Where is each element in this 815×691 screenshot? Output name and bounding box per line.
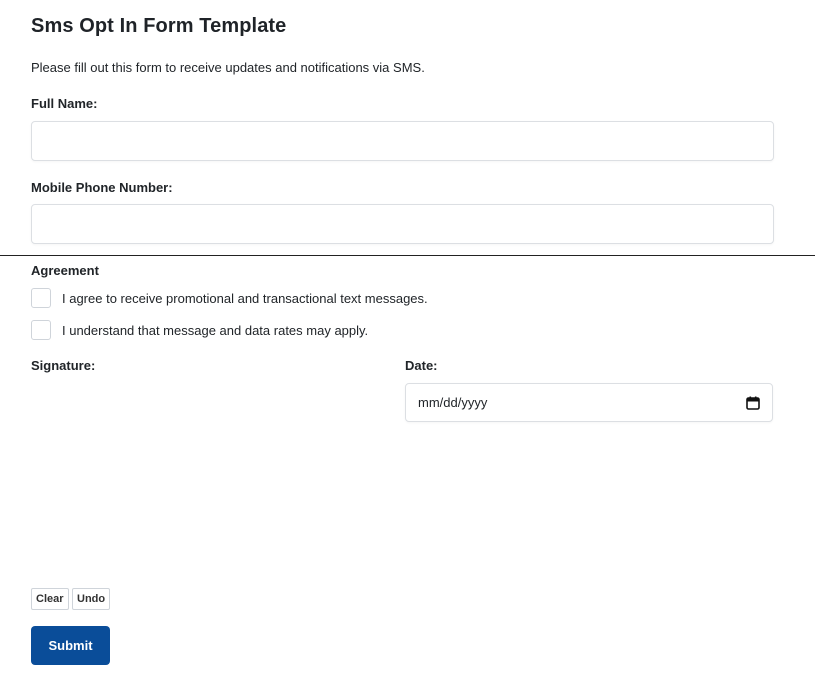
date-label: Date: bbox=[405, 358, 438, 373]
rates-checkbox[interactable] bbox=[31, 320, 51, 340]
phone-label: Mobile Phone Number: bbox=[31, 180, 173, 195]
sms-opt-in-form-page: Sms Opt In Form Template Please fill out… bbox=[0, 0, 815, 691]
signature-label: Signature: bbox=[31, 358, 96, 373]
clear-signature-button[interactable]: Clear bbox=[31, 588, 69, 610]
agreement-title: Agreement bbox=[31, 263, 99, 278]
date-input[interactable]: mm/dd/yyyy bbox=[405, 383, 773, 422]
agreement-item-rates[interactable]: I understand that message and data rates… bbox=[31, 320, 368, 340]
page-title: Sms Opt In Form Template bbox=[31, 15, 287, 37]
calendar-icon[interactable] bbox=[746, 396, 760, 410]
full-name-label: Full Name: bbox=[31, 96, 98, 111]
full-name-input[interactable] bbox=[31, 121, 774, 161]
form-description: Please fill out this form to receive upd… bbox=[31, 60, 425, 75]
phone-input[interactable] bbox=[31, 204, 774, 244]
undo-signature-button[interactable]: Undo bbox=[72, 588, 111, 610]
promotional-checkbox-label: I agree to receive promotional and trans… bbox=[62, 290, 428, 306]
agreement-item-promotional[interactable]: I agree to receive promotional and trans… bbox=[31, 288, 428, 308]
promotional-checkbox[interactable] bbox=[31, 288, 51, 308]
rates-checkbox-label: I understand that message and data rates… bbox=[62, 322, 369, 338]
section-divider bbox=[0, 255, 815, 256]
submit-button[interactable]: Submit bbox=[31, 626, 110, 665]
date-placeholder: mm/dd/yyyy bbox=[418, 395, 488, 410]
signature-pad[interactable] bbox=[31, 380, 371, 580]
